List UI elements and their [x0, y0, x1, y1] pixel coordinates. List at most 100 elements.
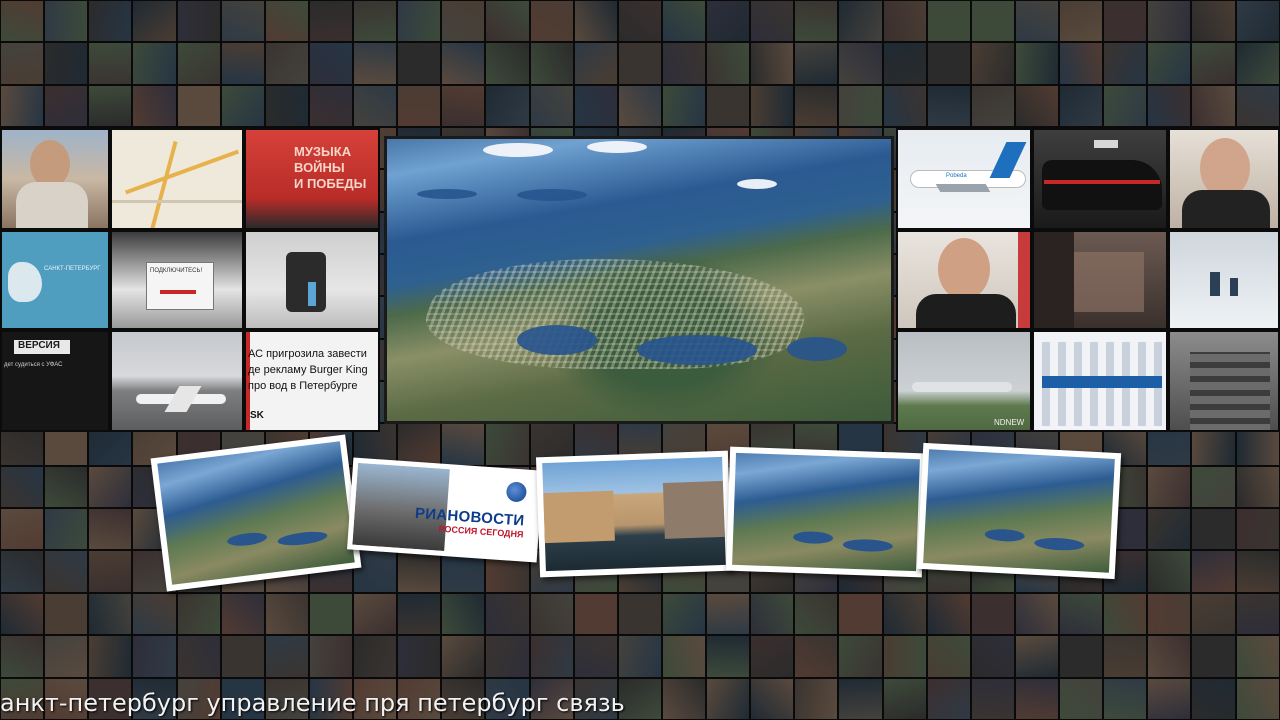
- aerial-city-photo: [384, 136, 894, 424]
- mosaic-thumbnail: [1059, 677, 1104, 720]
- mosaic-thumbnail: [706, 0, 751, 43]
- mosaic-thumbnail: [1147, 550, 1192, 593]
- mosaic-thumbnail: [264, 42, 309, 85]
- music-banner-line3: И ПОБЕДЫ: [294, 176, 367, 191]
- mosaic-thumbnail: [529, 592, 574, 636]
- mosaic-thumbnail: [970, 84, 1015, 128]
- mosaic-thumbnail: [794, 42, 839, 85]
- mosaic-thumbnail: [1059, 0, 1104, 43]
- thumbnail-snow-sign: ПОДКЛЮЧИТЕСЬ!: [110, 230, 244, 330]
- mosaic-thumbnail: [397, 0, 442, 43]
- mosaic-thumbnail: [926, 0, 971, 43]
- mosaic-thumbnail: [794, 84, 839, 128]
- mosaic-thumbnail: [661, 592, 706, 636]
- mosaic-thumbnail: [661, 84, 706, 128]
- mosaic-thumbnail: [750, 84, 795, 128]
- mosaic-thumbnail: [1059, 42, 1104, 85]
- mosaic-thumbnail: [397, 592, 442, 636]
- polaroid-aerial-3: [916, 442, 1122, 580]
- mosaic-thumbnail: [838, 677, 883, 720]
- mosaic-thumbnail: [882, 42, 927, 85]
- mosaic-thumbnail: [0, 0, 45, 43]
- mosaic-thumbnail: [1103, 677, 1148, 720]
- mosaic-thumbnail: [882, 677, 927, 720]
- mosaic-thumbnail: [661, 677, 706, 720]
- mosaic-thumbnail: [1014, 0, 1059, 43]
- mosaic-thumbnail: [529, 0, 574, 43]
- mosaic-thumbnail: [132, 635, 177, 678]
- thumbnail-versiya-news: ВЕРСИЯ дет судиться с УФАС: [0, 330, 110, 432]
- mosaic-thumbnail: [1059, 592, 1104, 636]
- mosaic-thumbnail: [1235, 84, 1280, 128]
- mosaic-thumbnail: [220, 84, 265, 128]
- mosaic-thumbnail: [617, 592, 662, 636]
- mosaic-thumbnail: [44, 592, 89, 636]
- mosaic-thumbnail: [220, 635, 265, 678]
- mosaic-thumbnail: [1235, 635, 1280, 678]
- mosaic-thumbnail: [308, 0, 353, 43]
- thumbnail-pobeda-plane: Pobeda: [896, 128, 1032, 230]
- mosaic-thumbnail: [970, 677, 1015, 720]
- mosaic-thumbnail: [750, 592, 795, 636]
- mosaic-thumbnail: [838, 0, 883, 43]
- mosaic-thumbnail: [926, 635, 971, 678]
- mosaic-thumbnail: [44, 84, 89, 128]
- mosaic-thumbnail: [1147, 465, 1192, 509]
- mosaic-thumbnail: [750, 677, 795, 720]
- thumbnail-music-banner: МУЗЫКА ВОЙНЫ И ПОБЕДЫ: [244, 128, 380, 230]
- mosaic-thumbnail: [88, 0, 133, 43]
- mosaic-thumbnail: [1235, 592, 1280, 636]
- mosaic-thumbnail: [617, 0, 662, 43]
- mosaic-thumbnail: [220, 0, 265, 43]
- mosaic-thumbnail: [88, 635, 133, 678]
- mosaic-thumbnail: [264, 635, 309, 678]
- polaroid-aerial-1: [150, 434, 362, 592]
- mosaic-thumbnail: [0, 592, 45, 636]
- mosaic-thumbnail: [1191, 508, 1236, 551]
- mosaic-thumbnail: [1191, 42, 1236, 85]
- mosaic-thumbnail: [353, 635, 398, 678]
- mosaic-thumbnail: [1103, 592, 1148, 636]
- versiya-text: дет судиться с УФАС: [4, 362, 63, 368]
- polaroid-aerial-2: [725, 446, 927, 578]
- mosaic-thumbnail: [1235, 550, 1280, 593]
- mosaic-thumbnail: [44, 0, 89, 43]
- mosaic-thumbnail: [1147, 677, 1192, 720]
- mosaic-thumbnail: [88, 508, 133, 551]
- mosaic-thumbnail: [1014, 677, 1059, 720]
- mosaic-thumbnail: [970, 42, 1015, 85]
- mosaic-thumbnail: [794, 635, 839, 678]
- mosaic-thumbnail: [441, 42, 486, 85]
- thumbnail-landing-plane: NDNEW: [896, 330, 1032, 432]
- mosaic-thumbnail: [176, 592, 221, 636]
- mosaic-thumbnail: [706, 592, 751, 636]
- mosaic-thumbnail: [176, 635, 221, 678]
- mosaic-thumbnail: [1147, 84, 1192, 128]
- mosaic-thumbnail: [308, 84, 353, 128]
- mosaic-thumbnail: [132, 0, 177, 43]
- mosaic-thumbnail: [529, 42, 574, 85]
- mosaic-thumbnail: [485, 84, 530, 128]
- mosaic-thumbnail: [485, 592, 530, 636]
- mosaic-thumbnail: [1059, 635, 1104, 678]
- thumbnail-man-portrait: [0, 128, 110, 230]
- mosaic-thumbnail: [220, 42, 265, 85]
- mosaic-thumbnail: [88, 84, 133, 128]
- thumbnail-office-building: [1032, 330, 1168, 432]
- mosaic-thumbnail: [397, 550, 442, 593]
- mosaic-thumbnail: [44, 42, 89, 85]
- mosaic-thumbnail: [1103, 84, 1148, 128]
- mosaic-thumbnail: [264, 592, 309, 636]
- mosaic-thumbnail: [706, 635, 751, 678]
- versiya-logo: ВЕРСИЯ: [18, 340, 60, 351]
- mosaic-thumbnail: [529, 84, 574, 128]
- sign-text: ПОДКЛЮЧИТЕСЬ!: [150, 268, 203, 274]
- thumbnail-press-chair: [244, 230, 380, 330]
- mosaic-thumbnail: [1147, 592, 1192, 636]
- mosaic-thumbnail: [1235, 508, 1280, 551]
- mosaic-thumbnail: [926, 677, 971, 720]
- mosaic-thumbnail: [661, 0, 706, 43]
- mosaic-thumbnail: [1191, 550, 1236, 593]
- mosaic-thumbnail: [573, 592, 618, 636]
- mosaic-thumbnail: [132, 42, 177, 85]
